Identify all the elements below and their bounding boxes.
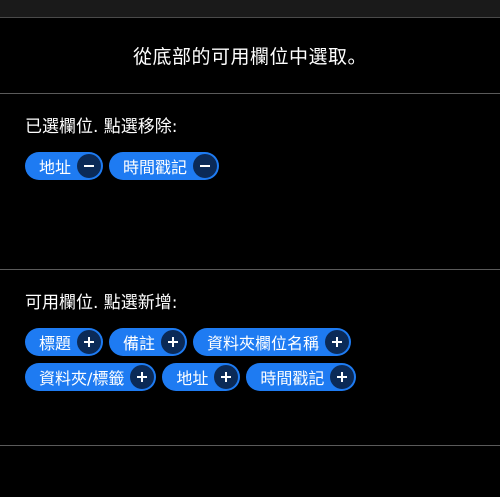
available-field-chip-title[interactable]: 標題 bbox=[25, 328, 104, 356]
top-bar bbox=[0, 0, 500, 18]
chip-label: 資料夾/標籤 bbox=[39, 369, 125, 388]
available-fields-section: 可用欄位. 點選新增: 標題 備註 資料夾欄位名稱 資料夾/標籤 地址 時間戳記 bbox=[0, 270, 500, 446]
plus-icon[interactable] bbox=[325, 330, 350, 354]
chip-label: 時間戳記 bbox=[123, 158, 188, 177]
minus-icon[interactable] bbox=[77, 154, 102, 178]
instruction-text: 從底部的可用欄位中選取。 bbox=[0, 18, 500, 94]
field-picker-screen: 從底部的可用欄位中選取。 已選欄位. 點選移除: 地址 時間戳記 可用欄位. 點… bbox=[0, 0, 500, 497]
available-fields-title: 可用欄位. 點選新增: bbox=[25, 293, 178, 313]
selected-field-chip-address[interactable]: 地址 bbox=[25, 152, 104, 180]
plus-icon[interactable] bbox=[130, 365, 155, 389]
available-field-chip-folder-label[interactable]: 資料夾/標籤 bbox=[25, 363, 157, 391]
selected-fields-list: 地址 時間戳記 bbox=[25, 152, 475, 180]
plus-icon[interactable] bbox=[214, 365, 239, 389]
chip-label: 地址 bbox=[176, 369, 209, 388]
selected-field-chip-timestamp[interactable]: 時間戳記 bbox=[109, 152, 220, 180]
chip-label: 標題 bbox=[39, 334, 72, 353]
plus-icon[interactable] bbox=[161, 330, 186, 354]
available-field-chip-timestamp[interactable]: 時間戳記 bbox=[246, 363, 357, 391]
plus-icon[interactable] bbox=[77, 330, 102, 354]
available-field-chip-notes[interactable]: 備註 bbox=[109, 328, 188, 356]
chip-label: 資料夾欄位名稱 bbox=[207, 334, 320, 353]
chip-label: 地址 bbox=[39, 158, 72, 177]
plus-icon[interactable] bbox=[330, 365, 355, 389]
available-fields-list: 標題 備註 資料夾欄位名稱 資料夾/標籤 地址 時間戳記 bbox=[25, 328, 475, 391]
selected-fields-section: 已選欄位. 點選移除: 地址 時間戳記 bbox=[0, 94, 500, 270]
available-field-chip-folder-field-name[interactable]: 資料夾欄位名稱 bbox=[193, 328, 352, 356]
minus-icon[interactable] bbox=[193, 154, 218, 178]
selected-fields-title: 已選欄位. 點選移除: bbox=[25, 117, 178, 137]
chip-label: 時間戳記 bbox=[260, 369, 325, 388]
chip-label: 備註 bbox=[123, 334, 156, 353]
available-field-chip-address[interactable]: 地址 bbox=[162, 363, 241, 391]
